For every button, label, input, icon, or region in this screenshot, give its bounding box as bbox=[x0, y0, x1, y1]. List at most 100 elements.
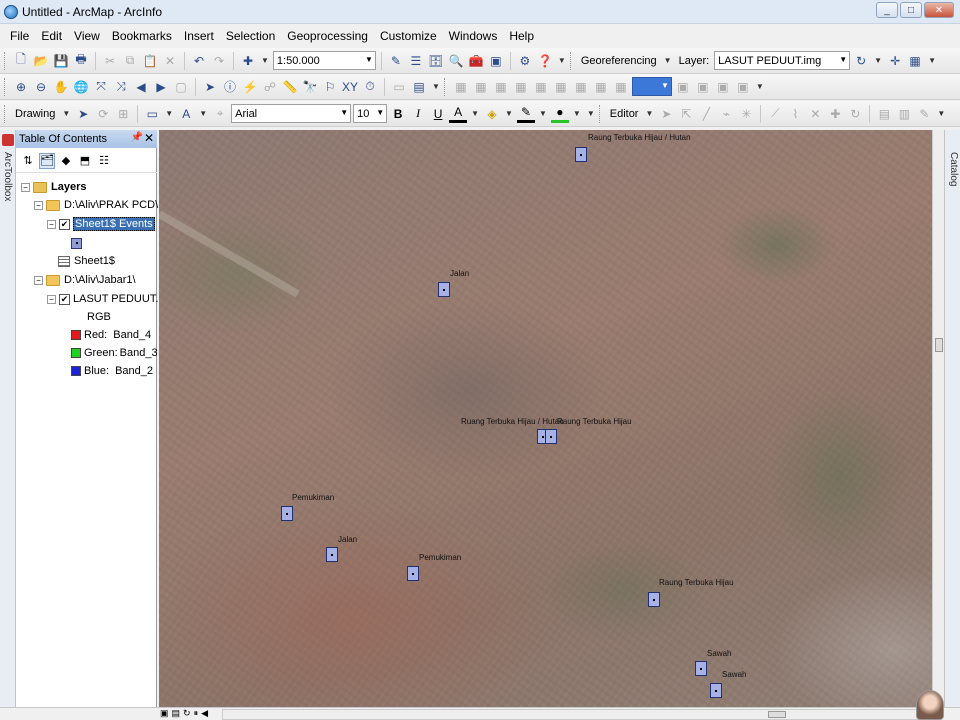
back-icon[interactable]: ◀ bbox=[132, 78, 150, 96]
map-vertical-scrollbar[interactable] bbox=[932, 130, 944, 707]
edit-annotation-icon[interactable]: ⇱ bbox=[677, 105, 695, 123]
point-marker[interactable] bbox=[326, 547, 338, 562]
chevron-down-icon[interactable]: ▼ bbox=[199, 109, 207, 118]
edit-tool-icon[interactable]: ➤ bbox=[657, 105, 675, 123]
arctoolbox-icon[interactable]: 🧰 bbox=[467, 52, 485, 70]
maximize-button[interactable]: □ bbox=[900, 2, 922, 18]
point-marker[interactable] bbox=[695, 661, 707, 676]
scrollbar-thumb[interactable] bbox=[768, 711, 786, 718]
drawing-menu[interactable]: Drawing bbox=[12, 108, 58, 120]
image-tool-2-icon[interactable]: ▦ bbox=[472, 78, 490, 96]
pan-icon[interactable]: ✋ bbox=[52, 78, 70, 96]
find-route-icon[interactable]: ⚐ bbox=[321, 78, 339, 96]
catalog-side-tab[interactable]: Catalog bbox=[944, 130, 960, 707]
zoom-out-icon[interactable]: ⊖ bbox=[32, 78, 50, 96]
add-data-dropdown-icon[interactable]: ▼ bbox=[261, 56, 269, 65]
zoom-in-icon[interactable]: ⊕ bbox=[12, 78, 30, 96]
identify-icon[interactable]: ⓘ bbox=[221, 78, 239, 96]
band-red[interactable]: Red: Band_4 bbox=[71, 327, 151, 343]
font-color-icon[interactable]: A bbox=[449, 105, 468, 123]
view-link-table-icon[interactable]: ▦ bbox=[906, 52, 924, 70]
toolbar-grip[interactable] bbox=[598, 104, 602, 123]
toolbar-grip[interactable] bbox=[4, 51, 7, 70]
copy-icon[interactable]: ⧉ bbox=[121, 52, 139, 70]
map-horizontal-scrollbar[interactable] bbox=[222, 709, 932, 720]
menu-insert[interactable]: Insert bbox=[178, 29, 220, 43]
model-builder-icon[interactable]: ⚙ bbox=[516, 52, 534, 70]
layer-visibility-checkbox[interactable]: ✔ bbox=[59, 293, 70, 305]
pause-drawing-icon[interactable]: ⏸ bbox=[194, 708, 199, 719]
collapse-icon[interactable]: − bbox=[34, 200, 43, 210]
create-viewer-icon[interactable]: ▭ bbox=[390, 78, 408, 96]
measure-icon[interactable]: 📏 bbox=[281, 78, 299, 96]
menu-bookmarks[interactable]: Bookmarks bbox=[106, 29, 178, 43]
collapse-icon[interactable]: − bbox=[34, 275, 43, 285]
select-elements-icon[interactable]: ➤ bbox=[74, 105, 92, 123]
rotate-element-icon[interactable]: ⟳ bbox=[94, 105, 112, 123]
band-blue[interactable]: Blue: Band_2 bbox=[71, 363, 153, 379]
edit-vertices-icon[interactable]: ⌖ bbox=[211, 105, 229, 123]
menu-help[interactable]: Help bbox=[503, 29, 540, 43]
full-extent-icon[interactable]: 🌐 bbox=[72, 78, 90, 96]
italic-button[interactable]: I bbox=[409, 105, 427, 123]
hyperlink-icon[interactable]: ⚡ bbox=[241, 78, 259, 96]
cut-icon[interactable]: ✂ bbox=[101, 52, 119, 70]
fixed-zoom-in-icon[interactable]: ⤧ bbox=[92, 78, 110, 96]
arctoolbox-side-tab[interactable]: ArcToolbox bbox=[0, 130, 16, 720]
chevron-down-icon[interactable]: ▼ bbox=[874, 56, 882, 65]
split-icon[interactable]: ✚ bbox=[826, 105, 844, 123]
underline-button[interactable]: U bbox=[429, 105, 447, 123]
undo-icon[interactable]: ↶ bbox=[190, 52, 208, 70]
bold-button[interactable]: B bbox=[389, 105, 407, 123]
select-features-icon[interactable]: ➤ bbox=[201, 78, 219, 96]
data-view-icon[interactable]: ▣ bbox=[160, 708, 169, 719]
open-folder-icon[interactable]: 📂 bbox=[32, 52, 50, 70]
point-marker[interactable] bbox=[575, 147, 587, 162]
minimize-button[interactable]: _ bbox=[876, 2, 898, 18]
trace-icon[interactable]: ⌁ bbox=[717, 105, 735, 123]
image-tool-9-icon[interactable]: ▦ bbox=[612, 78, 630, 96]
menu-selection[interactable]: Selection bbox=[220, 29, 281, 43]
list-by-visibility-icon[interactable]: ◆ bbox=[58, 153, 74, 169]
toolbar-grip[interactable] bbox=[4, 104, 7, 123]
add-control-points-icon[interactable]: ✛ bbox=[886, 52, 904, 70]
point-marker[interactable] bbox=[438, 282, 450, 297]
paste-icon[interactable]: 📋 bbox=[141, 52, 159, 70]
collapse-icon[interactable]: − bbox=[21, 182, 30, 192]
line-color-icon[interactable]: ✎ bbox=[516, 105, 535, 123]
table-item-sheet1[interactable]: Sheet1$ bbox=[58, 253, 115, 269]
map-display[interactable]: Raung Terbuka Hijau / Hutan Jalan Ruang … bbox=[159, 130, 932, 707]
rectangle-icon[interactable]: ▭ bbox=[143, 105, 161, 123]
editor-toolbar-icon[interactable]: ✎ bbox=[387, 52, 405, 70]
html-popup-icon[interactable]: ☍ bbox=[261, 78, 279, 96]
image-tool-7-icon[interactable]: ▦ bbox=[572, 78, 590, 96]
toolbar-options-icon[interactable]: ▼ bbox=[756, 82, 764, 91]
point-marker[interactable] bbox=[407, 566, 419, 581]
toolbar-options-icon[interactable]: ▼ bbox=[432, 82, 440, 91]
image-tool-6-icon[interactable]: ▦ bbox=[552, 78, 570, 96]
list-by-drawing-order-icon[interactable]: ⇅ bbox=[20, 153, 36, 169]
menu-customize[interactable]: Customize bbox=[374, 29, 443, 43]
pin-icon[interactable]: 📌 bbox=[131, 132, 143, 143]
layout-view-icon[interactable]: ▤ bbox=[410, 78, 428, 96]
layers-frame[interactable]: − Layers bbox=[21, 179, 86, 195]
display-tool-4-icon[interactable]: ▣ bbox=[734, 78, 752, 96]
menu-file[interactable]: File bbox=[4, 29, 35, 43]
redo-icon[interactable]: ↷ bbox=[210, 52, 228, 70]
forward-icon[interactable]: ▶ bbox=[152, 78, 170, 96]
search-window-icon[interactable]: 🔍 bbox=[447, 52, 465, 70]
menu-geoprocessing[interactable]: Geoprocessing bbox=[281, 29, 374, 43]
toolbar-options-icon[interactable]: ▼ bbox=[937, 109, 945, 118]
toolbar-options-icon[interactable]: ▼ bbox=[928, 56, 936, 65]
fill-color-icon[interactable]: ◈ bbox=[483, 105, 501, 123]
save-icon[interactable]: 💾 bbox=[52, 52, 70, 70]
find-icon[interactable]: 🔭 bbox=[301, 78, 319, 96]
font-size-combo[interactable]: 10 ▼ bbox=[353, 104, 388, 123]
select-by-graphics-icon[interactable]: ▢ bbox=[172, 78, 190, 96]
scroll-left-icon[interactable]: ◀ bbox=[201, 708, 208, 719]
point-icon[interactable]: ✳ bbox=[737, 105, 755, 123]
create-features-icon[interactable]: ✎ bbox=[915, 105, 933, 123]
events-symbol[interactable] bbox=[71, 235, 82, 251]
georef-layer-combo[interactable]: LASUT PEDUUT.img ▼ bbox=[714, 51, 851, 70]
go-to-xy-icon[interactable]: XY bbox=[341, 78, 359, 96]
